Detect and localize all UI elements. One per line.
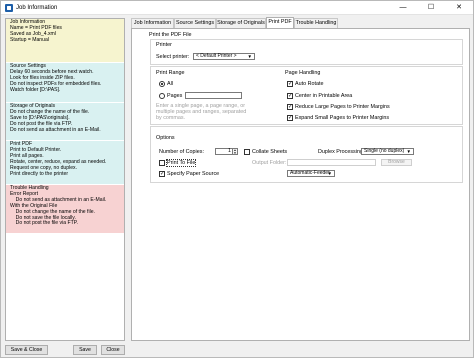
summary-source-settings[interactable]: Source Settings Delay 60 seconds before …	[6, 63, 124, 102]
printer-select[interactable]: < Default Printer > ▼	[193, 53, 255, 60]
options-group: Options Number of Copies: 1 ▲ ▼ Collate S…	[150, 126, 463, 183]
job-information-window: Job Information — ☐ ✕ Job Information Na…	[0, 0, 474, 358]
auto-rotate-label: Auto Rotate	[295, 81, 324, 87]
paper-source-select[interactable]: Automatic-Feeder ▼	[287, 170, 335, 177]
tab-job-information[interactable]: Job Information	[131, 18, 174, 28]
center-checkbox[interactable]: ✓	[287, 93, 293, 99]
pages-input[interactable]	[185, 92, 242, 99]
print-to-file-checkbox[interactable]	[159, 160, 165, 166]
options-title: Options	[156, 135, 175, 141]
duplex-label: Duplex Processing:	[318, 149, 365, 155]
tab-source-settings[interactable]: Source Settings	[174, 18, 216, 28]
paper-source-label: Specify Paper Source	[167, 171, 220, 177]
browse-button: Browse	[381, 159, 412, 166]
print-range-title: Print Range	[156, 70, 185, 76]
minimize-button[interactable]: —	[389, 1, 417, 15]
chevron-down-icon: ▼	[247, 54, 252, 59]
summary-job-information[interactable]: Job Information Name = Print PDF files S…	[6, 19, 124, 62]
copies-input[interactable]: 1	[215, 148, 233, 155]
summary-trouble-handling[interactable]: Trouble Handling Error Report Do not sen…	[6, 185, 124, 233]
collate-checkbox[interactable]	[244, 149, 250, 155]
copies-stepper[interactable]: ▲ ▼	[233, 148, 238, 155]
print-pdf-panel: Print the PDF File Printer Select printe…	[131, 28, 470, 341]
print-all-label: All	[167, 81, 173, 87]
tab-storage-of-originals[interactable]: Storage of Originals	[216, 18, 266, 28]
printer-select-value: < Default Printer >	[196, 53, 237, 59]
chevron-down-icon: ▼	[327, 171, 332, 176]
save-button[interactable]: Save	[73, 345, 97, 355]
window-title: Job Information	[16, 4, 58, 11]
auto-rotate-checkbox[interactable]: ✓	[287, 81, 293, 87]
page-handling-title: Page Handling	[285, 70, 321, 76]
print-all-radio[interactable]	[159, 81, 165, 87]
select-printer-label: Select printer:	[156, 54, 190, 60]
job-summary-panel: Job Information Name = Print PDF files S…	[5, 18, 125, 341]
center-label: Center in Printable Area	[295, 93, 353, 99]
app-icon	[5, 4, 13, 12]
duplex-select[interactable]: Single (no duplex) ▼	[361, 148, 414, 155]
summary-storage-of-originals[interactable]: Storage of Originals Do not change the n…	[6, 103, 124, 140]
print-to-file-label: Print To File	[165, 159, 197, 167]
reduce-checkbox[interactable]: ✓	[287, 104, 293, 110]
close-window-button[interactable]: ✕	[445, 1, 473, 15]
maximize-button[interactable]: ☐	[417, 1, 445, 15]
tab-print-pdf[interactable]: Print PDF	[266, 17, 294, 28]
collate-label: Collate Sheets	[252, 149, 288, 155]
expand-checkbox[interactable]: ✓	[287, 115, 293, 121]
output-folder-label: Output Folder:	[252, 160, 287, 166]
print-pages-radio[interactable]	[159, 93, 165, 99]
tab-trouble-handling[interactable]: Trouble Handling	[294, 18, 338, 28]
duplex-select-value: Single (no duplex)	[364, 148, 405, 154]
paper-source-checkbox[interactable]: ✓	[159, 171, 165, 177]
output-folder-input	[287, 159, 376, 166]
print-range-page-handling-group: Print Range All Pages Enter a single pag…	[150, 66, 463, 125]
chevron-down-icon: ▼	[406, 149, 411, 154]
page-range-hint: Enter a single page, a page range, or mu…	[156, 103, 247, 121]
printer-group: Printer Select printer: < Default Printe…	[150, 39, 463, 65]
print-pages-label: Pages	[167, 93, 183, 99]
summary-print-pdf[interactable]: Print PDF Print to Default Printer. Prin…	[6, 141, 124, 184]
expand-label: Expand Small Pages to Printer Margins	[295, 115, 390, 121]
copies-label: Number of Copies:	[159, 149, 204, 155]
close-button[interactable]: Close	[101, 345, 125, 355]
reduce-label: Reduce Large Pages to Printer Margins	[295, 104, 390, 110]
save-and-close-button[interactable]: Save & Close	[5, 345, 48, 355]
title-bar: Job Information — ☐ ✕	[1, 1, 473, 15]
printer-group-title: Printer	[156, 42, 172, 48]
panel-heading: Print the PDF File	[149, 32, 192, 38]
paper-source-select-value: Automatic-Feeder	[290, 170, 330, 176]
